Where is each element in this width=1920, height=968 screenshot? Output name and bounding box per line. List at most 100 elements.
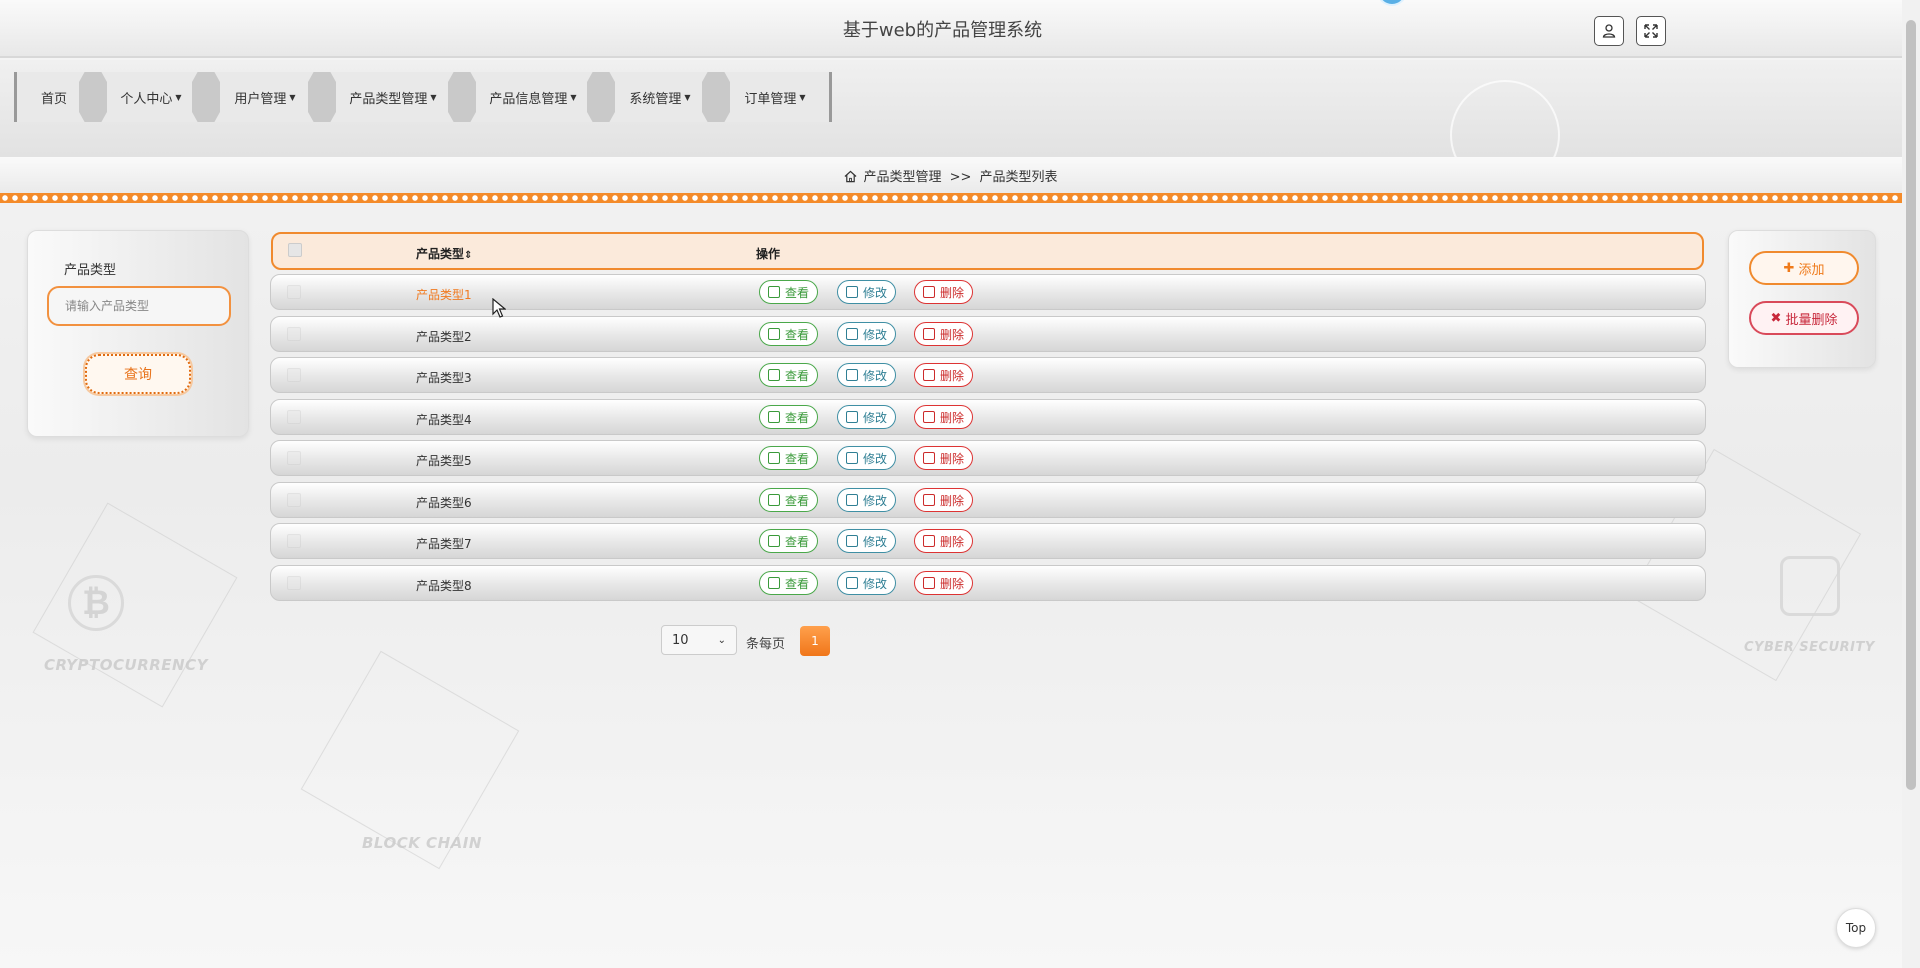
table-row[interactable]: 产品类型6 查看 修改 删除 bbox=[270, 482, 1706, 518]
row-checkbox[interactable] bbox=[287, 576, 301, 590]
mouse-cursor-icon bbox=[492, 298, 506, 318]
table-row[interactable]: 产品类型3 查看 修改 删除 bbox=[270, 357, 1706, 393]
bg-text-crypto: CRYPTOCURRENCY bbox=[44, 656, 208, 674]
delete-button[interactable]: 删除 bbox=[914, 529, 974, 553]
view-button[interactable]: 查看 bbox=[759, 405, 819, 429]
action-label: 修改 bbox=[863, 327, 888, 342]
view-button[interactable]: 查看 bbox=[759, 363, 819, 387]
scrollbar-thumb[interactable] bbox=[1906, 20, 1916, 790]
view-button[interactable]: 查看 bbox=[759, 571, 819, 595]
select-all-checkbox[interactable] bbox=[288, 243, 302, 257]
query-button[interactable]: 查询 bbox=[85, 354, 191, 394]
vertical-scrollbar[interactable] bbox=[1902, 0, 1920, 968]
row-checkbox[interactable] bbox=[287, 327, 301, 341]
cell-product-type: 产品类型7 bbox=[416, 537, 472, 551]
column-header-product-type[interactable]: 产品类型⇕ bbox=[416, 245, 472, 262]
edit-button[interactable]: 修改 bbox=[837, 571, 897, 595]
page-button-current[interactable]: 1 bbox=[800, 626, 830, 656]
view-button[interactable]: 查看 bbox=[759, 529, 819, 553]
row-checkbox[interactable] bbox=[287, 285, 301, 299]
delete-button[interactable]: 删除 bbox=[914, 571, 974, 595]
bg-text-security: CYBER SECURITY bbox=[1744, 640, 1875, 655]
back-to-top-button[interactable]: Top bbox=[1836, 908, 1876, 948]
view-icon bbox=[768, 286, 780, 298]
product-type-search-input[interactable] bbox=[47, 286, 231, 326]
nav-separator bbox=[79, 72, 107, 122]
edit-icon bbox=[846, 328, 858, 340]
table-row[interactable]: 产品类型2 查看 修改 删除 bbox=[270, 316, 1706, 352]
nav-label: 订单管理 bbox=[744, 91, 797, 107]
view-icon bbox=[768, 494, 780, 506]
delete-icon bbox=[923, 328, 935, 340]
table-row[interactable]: 产品类型8 查看 修改 删除 bbox=[270, 565, 1706, 601]
action-label: 查看 bbox=[785, 368, 810, 383]
delete-icon bbox=[923, 452, 935, 464]
delete-icon bbox=[923, 577, 935, 589]
nav-label: 产品信息管理 bbox=[489, 91, 568, 107]
nav-separator bbox=[308, 72, 336, 122]
edit-button[interactable]: 修改 bbox=[837, 446, 897, 470]
nav-item-personal-center[interactable]: 个人中心 ▼ bbox=[108, 72, 194, 122]
nav-label: 系统管理 bbox=[629, 91, 682, 107]
nav-label: 个人中心 bbox=[120, 91, 173, 107]
edit-button[interactable]: 修改 bbox=[837, 363, 897, 387]
caret-down-icon: ▼ bbox=[570, 92, 577, 102]
view-button[interactable]: 查看 bbox=[759, 488, 819, 512]
delete-icon bbox=[923, 286, 935, 298]
action-label: 查看 bbox=[785, 534, 810, 549]
nav-item-user-management[interactable]: 用户管理 ▼ bbox=[222, 72, 308, 122]
delete-button[interactable]: 删除 bbox=[914, 446, 974, 470]
breadcrumb-parent[interactable]: 产品类型管理 bbox=[863, 170, 941, 185]
delete-button[interactable]: 删除 bbox=[914, 280, 974, 304]
action-label: 删除 bbox=[940, 576, 965, 591]
column-title: 产品类型 bbox=[416, 247, 465, 261]
user-icon bbox=[1602, 24, 1616, 38]
cell-product-type: 产品类型4 bbox=[416, 413, 472, 427]
fullscreen-button[interactable] bbox=[1636, 16, 1666, 46]
search-panel: 产品类型 查询 bbox=[27, 230, 249, 437]
delete-button[interactable]: 删除 bbox=[914, 322, 974, 346]
table-row[interactable]: 产品类型1 查看 修改 删除 bbox=[270, 274, 1706, 310]
nav-item-product-info-management[interactable]: 产品信息管理 ▼ bbox=[478, 72, 588, 122]
row-checkbox[interactable] bbox=[287, 493, 301, 507]
action-label: 修改 bbox=[863, 451, 888, 466]
nav-item-order-management[interactable]: 订单管理 ▼ bbox=[732, 72, 818, 122]
edit-button[interactable]: 修改 bbox=[837, 280, 897, 304]
view-button[interactable]: 查看 bbox=[759, 280, 819, 304]
delete-button[interactable]: 删除 bbox=[914, 488, 974, 512]
delete-button[interactable]: 删除 bbox=[914, 363, 974, 387]
bulk-delete-button[interactable]: ✖ 批量删除 bbox=[1749, 301, 1859, 335]
edit-button[interactable]: 修改 bbox=[837, 405, 897, 429]
nav-item-home[interactable]: 首页 bbox=[28, 72, 80, 122]
edit-button[interactable]: 修改 bbox=[837, 322, 897, 346]
delete-icon bbox=[923, 411, 935, 423]
edit-button[interactable]: 修改 bbox=[837, 529, 897, 553]
edit-button[interactable]: 修改 bbox=[837, 488, 897, 512]
delete-button[interactable]: 删除 bbox=[914, 405, 974, 429]
row-checkbox[interactable] bbox=[287, 368, 301, 382]
action-label: 删除 bbox=[940, 534, 965, 549]
page-size-select[interactable]: 10 ⌄ bbox=[661, 625, 737, 655]
close-icon: ✖ bbox=[1770, 310, 1782, 326]
row-checkbox[interactable] bbox=[287, 410, 301, 424]
nav-item-system-management[interactable]: 系统管理 ▼ bbox=[617, 72, 703, 122]
action-label: 修改 bbox=[863, 410, 888, 425]
bitcoin-icon: ₿ bbox=[68, 575, 124, 631]
row-checkbox[interactable] bbox=[287, 451, 301, 465]
bulk-delete-label: 批量删除 bbox=[1785, 312, 1838, 328]
action-label: 修改 bbox=[863, 493, 888, 508]
nav-item-product-type-management[interactable]: 产品类型管理 ▼ bbox=[338, 72, 448, 122]
user-profile-button[interactable] bbox=[1594, 16, 1624, 46]
action-label: 修改 bbox=[863, 368, 888, 383]
view-icon bbox=[768, 452, 780, 464]
row-checkbox[interactable] bbox=[287, 534, 301, 548]
nav-separator bbox=[702, 72, 730, 122]
breadcrumb: 产品类型管理 >> 产品类型列表 bbox=[0, 166, 1902, 185]
view-icon bbox=[768, 411, 780, 423]
view-button[interactable]: 查看 bbox=[759, 322, 819, 346]
table-row[interactable]: 产品类型4 查看 修改 删除 bbox=[270, 399, 1706, 435]
view-button[interactable]: 查看 bbox=[759, 446, 819, 470]
table-row[interactable]: 产品类型5 查看 修改 删除 bbox=[270, 440, 1706, 476]
add-button[interactable]: ✚ 添加 bbox=[1749, 251, 1859, 285]
table-row[interactable]: 产品类型7 查看 修改 删除 bbox=[270, 523, 1706, 559]
